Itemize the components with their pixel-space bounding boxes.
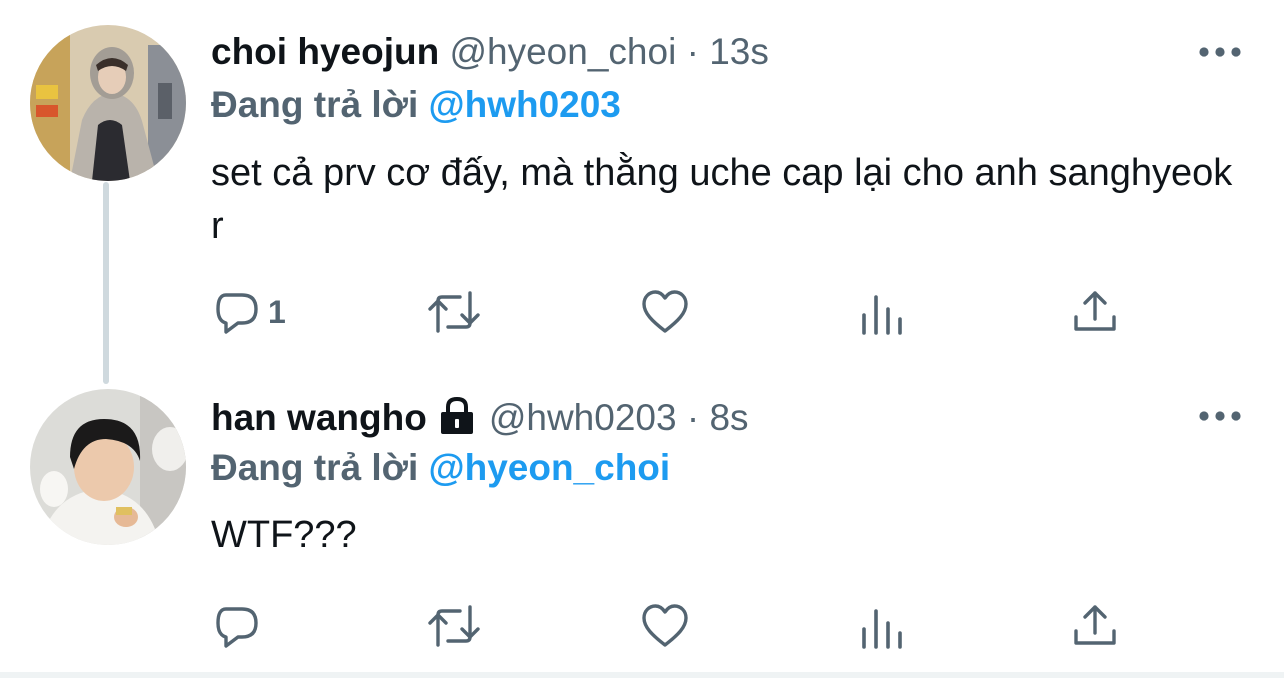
tweet-text: set cả prv cơ đấy, mà thằng uche cap lại… (211, 152, 1233, 247)
tweet-text: WTF??? (211, 514, 357, 556)
replying-to-label: Đang trả lời (211, 447, 419, 488)
tweet-header: choi hyeojun @hyeon_choi · 13s (211, 24, 769, 80)
heart-icon (642, 604, 688, 647)
author-handle[interactable]: @hwh0203 (489, 397, 677, 438)
retweet-icon (428, 605, 480, 647)
bar-chart-icon (862, 295, 902, 335)
tweet-header: han wangho @hwh0203 · 8s (211, 390, 749, 446)
like-button[interactable] (640, 282, 690, 342)
more-horizontal-icon[interactable] (1196, 406, 1244, 426)
tweet-2[interactable]: han wangho @hwh0203 · 8s Đang trả lời @h… (0, 370, 1284, 678)
views-button[interactable] (856, 282, 906, 342)
heart-icon (642, 290, 688, 333)
share-button[interactable] (1070, 282, 1120, 342)
share-upload-icon (1074, 291, 1116, 331)
replying-to: Đang trả lời @hyeon_choi (211, 443, 670, 493)
tweet-actions (0, 596, 1284, 656)
avatar-photo-icon (30, 389, 186, 545)
like-button[interactable] (640, 596, 690, 656)
author-handle[interactable]: @hyeon_choi (449, 31, 676, 72)
author-name[interactable]: choi hyeojun (211, 31, 439, 72)
lock-icon (440, 396, 473, 434)
bar-chart-icon (862, 609, 902, 649)
replying-to-mention[interactable]: @hwh0203 (429, 84, 621, 125)
replying-to-mention[interactable]: @hyeon_choi (429, 447, 671, 488)
retweet-button[interactable] (426, 596, 482, 656)
avatar-choi-hyeojun[interactable] (30, 25, 186, 181)
reply-bubble-icon (216, 607, 258, 648)
timestamp[interactable]: 13s (709, 31, 769, 72)
more-horizontal-icon[interactable] (1196, 42, 1244, 62)
author-name[interactable]: han wangho (211, 397, 427, 438)
reply-count: 1 (268, 293, 286, 330)
share-upload-icon (1074, 605, 1116, 645)
avatar-photo-icon (30, 25, 186, 181)
timestamp[interactable]: 8s (709, 397, 748, 438)
tweet-actions: 1 (0, 282, 1284, 342)
separator-dot: · (686, 397, 700, 438)
retweet-button[interactable] (426, 282, 482, 342)
replying-to: Đang trả lời @hwh0203 (211, 80, 621, 130)
replying-to-label: Đang trả lời (211, 84, 419, 125)
reply-button[interactable]: 1 (212, 282, 286, 342)
tweet-1[interactable]: choi hyeojun @hyeon_choi · 13s Đang trả … (0, 0, 1284, 384)
reply-bubble-icon (216, 293, 258, 334)
share-button[interactable] (1070, 596, 1120, 656)
avatar-han-wangho[interactable] (30, 389, 186, 545)
separator-dot: · (686, 31, 699, 72)
retweet-icon (428, 291, 480, 333)
reply-button[interactable] (212, 596, 262, 656)
bottom-divider (0, 672, 1284, 678)
views-button[interactable] (856, 596, 906, 656)
